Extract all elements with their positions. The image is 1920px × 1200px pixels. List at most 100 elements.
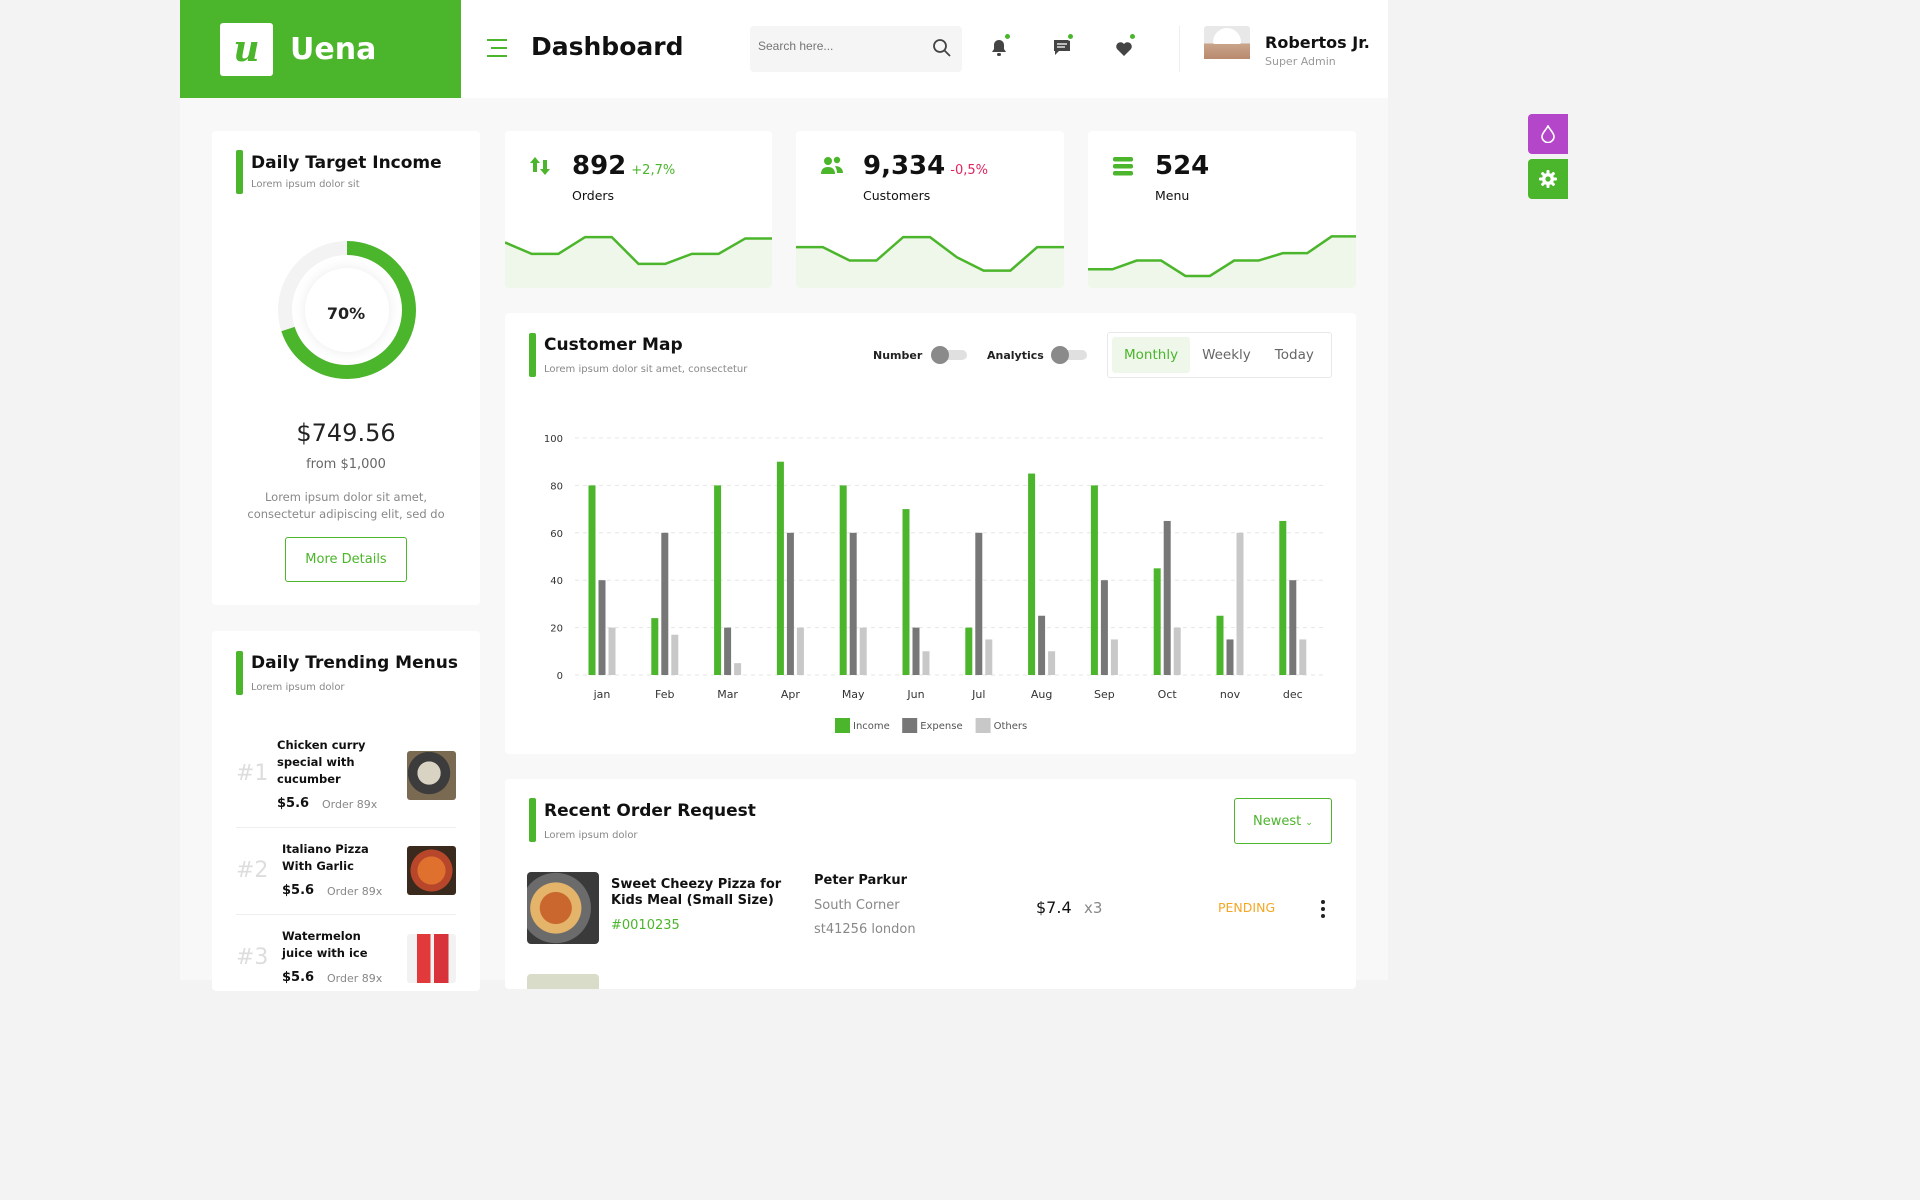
order-qty: x3 — [1084, 899, 1103, 917]
bar-expense[interactable] — [849, 532, 857, 675]
stat-value: 892 +2,7% — [572, 151, 676, 181]
order-item-name: Sweet Cheezy Pizza for Kids Meal (Small … — [611, 877, 782, 908]
bar-expense[interactable] — [912, 627, 920, 675]
bar-expense[interactable] — [1289, 580, 1297, 675]
x-tick-label: Apr — [781, 688, 801, 701]
x-tick-label: Oct — [1158, 688, 1178, 701]
stat-card-customers: 9,334 -0,5% Customers — [796, 131, 1064, 288]
trending-item[interactable]: #2 Italiano Pizza With Garlic $5.6 Order… — [236, 841, 456, 911]
more-details-button[interactable]: More Details — [285, 537, 407, 582]
user-role: Super Admin — [1265, 55, 1336, 68]
favorites-heart-icon[interactable] — [1106, 28, 1142, 64]
trending-rank: #1 — [236, 761, 269, 786]
bar-others[interactable] — [859, 627, 867, 675]
bar-others[interactable] — [608, 627, 616, 675]
trending-item-price: $5.6 — [282, 883, 315, 898]
bar-income[interactable] — [839, 485, 847, 675]
trending-item-image — [407, 934, 456, 983]
bar-expense[interactable] — [1100, 580, 1108, 675]
bar-expense[interactable] — [1163, 520, 1171, 675]
sparkline-area — [796, 237, 1064, 288]
bar-expense[interactable] — [786, 532, 794, 675]
messages-icon[interactable] — [1044, 28, 1080, 64]
daily-target-title: Daily Target Income — [251, 153, 442, 173]
bar-income[interactable] — [1216, 615, 1224, 675]
bar-expense[interactable] — [1226, 639, 1234, 675]
card-accent-bar — [236, 150, 243, 194]
divider — [236, 914, 456, 915]
x-tick-label: Feb — [655, 688, 674, 701]
notification-bell-icon[interactable] — [981, 28, 1017, 64]
divider — [236, 827, 456, 828]
legend-label: Expense — [920, 721, 962, 732]
order-status-badge: PENDING — [1218, 900, 1276, 915]
x-tick-label: nov — [1220, 688, 1241, 701]
search-input[interactable] — [758, 39, 918, 53]
trending-title: Daily Trending Menus — [251, 653, 458, 673]
more-options-icon[interactable] — [1320, 900, 1326, 918]
bar-expense[interactable] — [661, 532, 669, 675]
sparkline-area — [1088, 236, 1356, 288]
gear-icon — [1539, 170, 1557, 188]
brand-bar[interactable]: u Uena — [180, 0, 461, 98]
order-address-line2: st41256 london — [814, 922, 916, 937]
stat-card-orders: 892 +2,7% Orders — [505, 131, 772, 288]
order-id[interactable]: #0010235 — [611, 918, 680, 933]
bar-others[interactable] — [1048, 651, 1056, 675]
bar-income[interactable] — [965, 627, 973, 675]
bar-income[interactable] — [1279, 520, 1287, 675]
bar-income[interactable] — [902, 509, 910, 675]
trending-item-name: Italiano Pizza With Garlic — [282, 842, 369, 873]
bar-expense[interactable] — [1038, 615, 1046, 675]
bar-expense[interactable] — [598, 580, 606, 675]
user-name[interactable]: Robertos Jr. — [1265, 33, 1370, 52]
x-tick-label: Sep — [1094, 688, 1115, 701]
sort-newest-button[interactable]: Newest ⌄ — [1234, 798, 1332, 844]
trending-item-name: Chicken curry special with cucumber — [277, 738, 366, 786]
stat-value: 524 — [1155, 151, 1210, 181]
x-tick-label: May — [842, 688, 865, 701]
card-accent-bar — [529, 798, 536, 842]
order-item-image — [527, 974, 599, 989]
trending-item-image — [407, 846, 456, 895]
legend-swatch — [975, 718, 991, 733]
bar-income[interactable] — [1028, 473, 1036, 675]
bar-others[interactable] — [734, 663, 742, 675]
stat-label: Menu — [1155, 188, 1190, 203]
hamburger-menu-icon[interactable] — [487, 39, 507, 57]
bar-others[interactable] — [671, 634, 679, 675]
order-price: $7.4 — [1036, 898, 1072, 917]
orders-sparkline — [505, 235, 772, 288]
droplet-icon — [1541, 125, 1555, 143]
user-avatar[interactable] — [1204, 26, 1250, 72]
bar-income[interactable] — [1153, 568, 1161, 675]
stat-change: +2,7% — [631, 163, 676, 178]
recent-orders-subtitle: Lorem ipsum dolor — [544, 830, 638, 841]
y-tick-label: 40 — [550, 576, 563, 587]
bar-expense[interactable] — [724, 627, 732, 675]
legend-label: Others — [994, 721, 1028, 732]
trending-item[interactable]: #3 Watermelon juice with ice $5.6 Order … — [236, 928, 456, 988]
theme-color-button[interactable] — [1528, 114, 1568, 154]
menu-sparkline — [1088, 235, 1356, 288]
bar-income[interactable] — [1090, 485, 1098, 675]
bar-expense[interactable] — [975, 532, 983, 675]
stat-label: Orders — [572, 188, 615, 203]
bar-others[interactable] — [1173, 627, 1181, 675]
search-box — [750, 26, 962, 72]
trending-item-image — [407, 751, 456, 800]
bar-others[interactable] — [1110, 639, 1118, 675]
bar-income[interactable] — [651, 618, 659, 675]
bar-others[interactable] — [922, 651, 930, 675]
bar-others[interactable] — [796, 627, 804, 675]
bar-income[interactable] — [588, 485, 596, 675]
bar-others[interactable] — [1299, 639, 1307, 675]
trending-item[interactable]: #1 Chicken curry special with cucumber $… — [236, 737, 456, 817]
settings-button[interactable] — [1528, 159, 1568, 199]
bar-income[interactable] — [776, 461, 784, 675]
bar-income[interactable] — [714, 485, 722, 675]
brand-logo: u — [220, 22, 273, 76]
search-icon[interactable] — [932, 38, 952, 58]
bar-others[interactable] — [985, 639, 993, 675]
bar-others[interactable] — [1236, 532, 1244, 675]
